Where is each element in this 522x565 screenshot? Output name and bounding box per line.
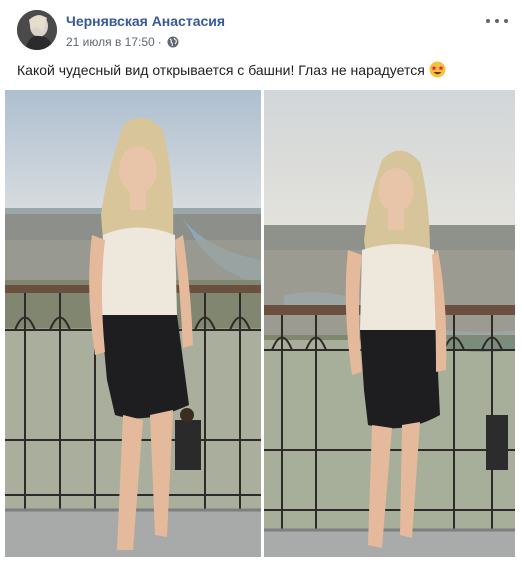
globe-icon[interactable]: [167, 36, 179, 48]
post-header: Чернявская Анастасия 21 июля в 17:50 ·: [0, 0, 522, 56]
more-dots-icon[interactable]: [486, 14, 508, 28]
post-date[interactable]: 21 июля в 17:50: [66, 35, 155, 49]
facebook-post: Чернявская Анастасия 21 июля в 17:50 · К…: [0, 0, 522, 565]
author-name[interactable]: Чернявская Анастасия: [66, 13, 225, 29]
post-text-row: Какой чудесный вид открывается с башни! …: [17, 61, 446, 78]
post-meta: 21 июля в 17:50 ·: [66, 35, 179, 49]
photo-left[interactable]: [5, 90, 261, 557]
avatar[interactable]: [17, 10, 57, 50]
meta-separator: ·: [157, 35, 162, 49]
post-text: Какой чудесный вид открывается с башни! …: [17, 61, 425, 78]
photo-right[interactable]: [264, 90, 515, 557]
star-struck-emoji-icon: [429, 61, 446, 78]
